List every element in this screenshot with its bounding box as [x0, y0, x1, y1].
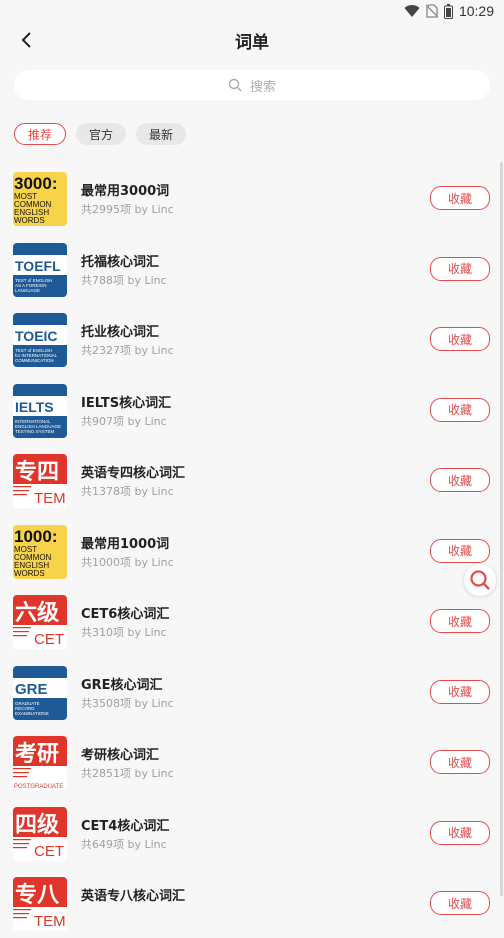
- svg-text:考研: 考研: [15, 742, 59, 767]
- list-item[interactable]: TOEIC TEST of ENGLISH for INTERNATIONAL COM…: [0, 303, 504, 374]
- wordlist-meta: 共1378项 by Linc: [81, 485, 174, 498]
- svg-text:四级: 四级: [15, 812, 59, 838]
- no-sim-icon: [425, 4, 438, 18]
- favorite-button[interactable]: 收藏: [430, 679, 490, 704]
- wordlist-cover-image: GRE GRADUATE RECORD EXAMINATIONS: [13, 665, 67, 720]
- wordlist-cover-image: TOEFL TEST of ENGLISH AS A FOREIGN LANGUAGE: [13, 242, 67, 297]
- svg-text:LANGUAGE: LANGUAGE: [15, 288, 40, 293]
- wordlist-name: 最常用1000词: [81, 536, 170, 552]
- wordlist-cover-image: 专四 TEM: [13, 454, 67, 508]
- favorite-button[interactable]: 收藏: [430, 538, 490, 563]
- wordlist-meta: 共310项 by Linc: [81, 626, 167, 639]
- page-title: 词单: [235, 33, 269, 53]
- wordlist-cover-image: 3000: MOST COMMON ENGLISH WORDS: [13, 172, 67, 226]
- svg-text:六级: 六级: [15, 600, 59, 626]
- battery-icon: [443, 3, 453, 19]
- list-item[interactable]: 专八 TEM 英语专八核心词汇 收藏: [0, 867, 504, 938]
- wordlist-meta: 共649项 by Linc: [81, 837, 167, 851]
- wordlist-meta: 共1000项 by Linc: [81, 555, 174, 569]
- wordlist-meta: 共2995项 by Linc: [81, 203, 174, 216]
- wordlist-cover-image: 六级 CET: [13, 595, 67, 649]
- svg-text:TOEIC: TOEIC: [15, 328, 58, 344]
- wordlist-cover-image: 四级 CET: [13, 806, 67, 861]
- status-bar: 10:29: [0, 0, 504, 24]
- status-icons: 10:29: [404, 3, 494, 19]
- clock: 10:29: [458, 3, 494, 19]
- top-bar: 词单: [0, 24, 504, 56]
- favorite-button[interactable]: 收藏: [430, 820, 490, 845]
- favorite-button[interactable]: 收藏: [430, 327, 490, 351]
- wordlist-meta: 共3508项 by Linc: [81, 696, 174, 710]
- wordlist-name: 托福核心词汇: [81, 254, 160, 270]
- favorite-button[interactable]: 收藏: [430, 397, 490, 422]
- wordlist-meta: 共2851项 by Linc: [81, 767, 174, 780]
- wordlist-cover-image: 1000: MOST COMMON ENGLISH WORDS: [13, 524, 67, 579]
- list-item[interactable]: IELTS INTERNATIONAL ENGLISH LANGUAGE TESTIN…: [0, 374, 504, 445]
- wordlist-cover-image: IELTS INTERNATIONAL ENGLISH LANGUAGE TESTIN…: [13, 383, 67, 438]
- svg-text:TOEFL: TOEFL: [15, 258, 61, 274]
- svg-text:3000:: 3000:: [14, 174, 57, 193]
- wordlist-name: CET6核心词汇: [81, 607, 170, 622]
- filter-tabs: 推荐 官方 最新: [14, 123, 186, 145]
- floating-search-button[interactable]: [464, 564, 496, 596]
- search-input[interactable]: 搜索: [14, 70, 490, 100]
- svg-text:WORDS: WORDS: [14, 216, 45, 225]
- wordlist-name: 英语专八核心词汇: [81, 889, 186, 904]
- wifi-icon: [404, 5, 420, 18]
- list-item[interactable]: TOEFL TEST of ENGLISH AS A FOREIGN LANGUAGE…: [0, 233, 504, 304]
- svg-text:EXAMINATIONS: EXAMINATIONS: [15, 711, 49, 716]
- wordlist-cover-image: TOEIC TEST of ENGLISH for INTERNATIONAL COM…: [13, 313, 67, 367]
- wordlist-name: 英语专四核心词汇: [81, 466, 186, 481]
- svg-text:TEM: TEM: [34, 490, 66, 507]
- wordlist-meta: 共2327项 by Linc: [81, 344, 174, 357]
- list-item[interactable]: 六级 CET CET6核心词汇 共310项 by Linc 收藏: [0, 585, 504, 656]
- tab-0[interactable]: 推荐: [14, 123, 66, 145]
- wordlist-meta: 共907项 by Linc: [81, 414, 167, 428]
- favorite-button[interactable]: 收藏: [430, 750, 490, 774]
- wordlist-name: 最常用3000词: [81, 184, 170, 199]
- svg-text:TESTING SYSTEM: TESTING SYSTEM: [15, 429, 55, 434]
- tab-1[interactable]: 官方: [76, 123, 126, 145]
- favorite-button[interactable]: 收藏: [430, 609, 490, 633]
- wordlist-meta: 共788项 by Linc: [81, 273, 167, 287]
- list-item[interactable]: GRE GRADUATE RECORD EXAMINATIONS GRE核心词汇 共350…: [0, 656, 504, 727]
- svg-text:CET: CET: [34, 631, 64, 648]
- wordlist-cover-image: 专八 TEM: [13, 877, 67, 931]
- search-icon: [228, 78, 242, 92]
- svg-text:1000:: 1000:: [14, 527, 57, 546]
- list-item[interactable]: 考研 POSTGRADUATE 考研核心词汇共2851项 by Linc 收藏: [0, 726, 504, 797]
- list-item[interactable]: 3000: MOST COMMON ENGLISH WORDS 最常用3000词 共2995…: [0, 162, 504, 233]
- svg-text:GRE: GRE: [15, 681, 48, 698]
- svg-text:专八: 专八: [15, 882, 60, 908]
- svg-text:WORDS: WORDS: [14, 569, 45, 578]
- wordlist-name: GRE核心词汇: [81, 677, 163, 693]
- svg-text:专四: 专四: [15, 459, 59, 485]
- list-item[interactable]: 四级 CET CET4核心词汇 共649项 by Linc 收藏: [0, 797, 504, 868]
- favorite-button[interactable]: 收藏: [430, 186, 490, 210]
- wordlist-cover-image: 考研 POSTGRADUATE: [13, 736, 67, 790]
- svg-text:IELTS: IELTS: [15, 399, 54, 415]
- wordlist-name: 考研核心词汇: [81, 748, 160, 763]
- favorite-button[interactable]: 收藏: [430, 256, 490, 281]
- wordlist-name: IELTS核心词汇: [81, 395, 172, 411]
- scrollbar[interactable]: [500, 162, 503, 896]
- favorite-button[interactable]: 收藏: [430, 891, 490, 915]
- wordlist-name: 托业核心词汇: [81, 325, 160, 340]
- list-item[interactable]: 1000: MOST COMMON ENGLISH WORDS 最常用1000词 共1000…: [0, 515, 504, 586]
- svg-text:COMMUNICATION: COMMUNICATION: [15, 358, 54, 363]
- svg-text:TEM: TEM: [34, 913, 66, 930]
- svg-text:POSTGRADUATE: POSTGRADUATE: [14, 784, 63, 790]
- search-icon: [470, 570, 490, 590]
- wordlist-list: 3000: MOST COMMON ENGLISH WORDS 最常用3000词 共2995…: [0, 162, 504, 938]
- wordlist-name: CET4核心词汇: [81, 818, 170, 834]
- favorite-button[interactable]: 收藏: [430, 468, 490, 492]
- search-placeholder: 搜索: [249, 79, 276, 95]
- list-item[interactable]: 专四 TEM 英语专四核心词汇 共1378项 by Linc 收藏: [0, 444, 504, 515]
- svg-text:CET: CET: [34, 843, 64, 860]
- tab-2[interactable]: 最新: [136, 123, 186, 145]
